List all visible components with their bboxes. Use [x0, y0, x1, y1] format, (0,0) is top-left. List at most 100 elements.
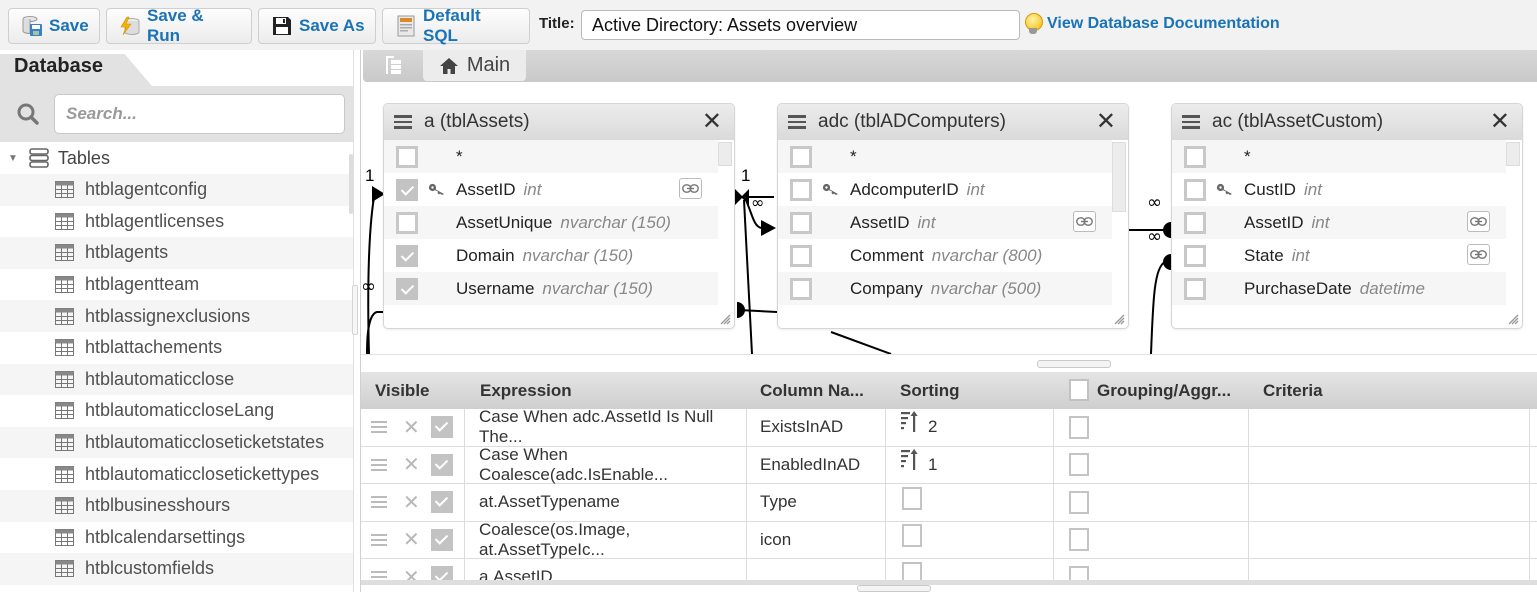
- grouping-checkbox[interactable]: [1069, 565, 1089, 580]
- criteria-cell[interactable]: [1249, 484, 1530, 521]
- menu-icon[interactable]: [1182, 115, 1200, 129]
- field-row[interactable]: *: [778, 140, 1112, 173]
- sort-ascending-icon[interactable]: [900, 448, 920, 471]
- field-row[interactable]: PurchaseDate datetime: [1172, 272, 1506, 305]
- sidebar-table-item[interactable]: htblagentteam: [0, 269, 353, 301]
- header-sorting[interactable]: Sorting: [900, 381, 960, 401]
- relation-link-button[interactable]: [1073, 211, 1096, 232]
- visible-checkbox[interactable]: [430, 416, 453, 439]
- field-checkbox[interactable]: [1184, 211, 1206, 234]
- sidebar-table-item[interactable]: htblautomaticclosetickettypes: [0, 458, 353, 490]
- grid-row[interactable]: ✕ at.AssetTypename Type: [361, 484, 1537, 522]
- grouping-cell[interactable]: [1054, 559, 1249, 580]
- sorting-cell[interactable]: [886, 484, 1054, 521]
- grouping-checkbox[interactable]: [1069, 528, 1089, 552]
- visible-checkbox[interactable]: [430, 528, 453, 551]
- field-list-scrollbar[interactable]: [1112, 142, 1126, 212]
- sidebar-table-item[interactable]: htblautomaticcloseLang: [0, 395, 353, 427]
- criteria-cell[interactable]: [1249, 521, 1530, 558]
- drag-handle-icon[interactable]: [371, 571, 387, 580]
- field-checkbox[interactable]: [396, 277, 418, 300]
- resize-grip-icon[interactable]: [1113, 313, 1125, 325]
- header-criteria[interactable]: Criteria: [1263, 381, 1323, 401]
- relation-link-button[interactable]: [679, 178, 702, 199]
- field-row[interactable]: AssetID int: [1172, 206, 1506, 239]
- grid-row[interactable]: ✕ Case When adc.AssetId Is Null The... Exi…: [361, 407, 1537, 447]
- field-row[interactable]: Domain nvarchar (150): [384, 239, 718, 272]
- drag-handle-icon[interactable]: [371, 421, 387, 434]
- sidebar-table-item[interactable]: htblcalendarsettings: [0, 522, 353, 554]
- grouping-cell[interactable]: [1054, 521, 1249, 558]
- sort-ascending-icon[interactable]: [900, 411, 920, 433]
- save-as-button[interactable]: Save As: [258, 8, 376, 44]
- field-checkbox[interactable]: [396, 178, 418, 201]
- criteria-cell[interactable]: [1249, 559, 1530, 580]
- table-card-header[interactable]: a (tblAssets) ✕: [384, 104, 734, 140]
- drag-handle-icon[interactable]: [371, 496, 387, 509]
- sidebar-table-item[interactable]: htblagentconfig: [0, 174, 353, 206]
- sidebar-scrollbar[interactable]: [349, 154, 353, 214]
- outline-tree-icon[interactable]: [383, 54, 405, 76]
- menu-icon[interactable]: [394, 115, 412, 129]
- table-card-tbladcomputers[interactable]: adc (tblADComputers) ✕ * AdcomputerID int Ass…: [777, 103, 1129, 329]
- bottom-resize-handle[interactable]: [857, 585, 931, 592]
- table-card-header[interactable]: ac (tblAssetCustom) ✕: [1172, 104, 1522, 140]
- field-row[interactable]: AssetID int: [778, 206, 1112, 239]
- tab-main[interactable]: Main: [423, 50, 526, 81]
- delete-row-icon[interactable]: ✕: [403, 565, 420, 580]
- grid-scroll-track[interactable]: [361, 580, 1537, 585]
- expression-cell[interactable]: Case When adc.AssetId Is Null The...: [465, 407, 747, 446]
- drag-handle-icon[interactable]: [371, 458, 387, 471]
- relation-link-button[interactable]: [1467, 244, 1490, 265]
- field-checkbox[interactable]: [396, 145, 418, 168]
- expression-cell[interactable]: a.AssetID: [465, 559, 747, 580]
- sorting-cell[interactable]: [886, 521, 1054, 558]
- close-icon[interactable]: ✕: [1096, 110, 1116, 134]
- drag-handle-icon[interactable]: [371, 533, 387, 546]
- resize-grip-icon[interactable]: [719, 313, 731, 325]
- delete-row-icon[interactable]: ✕: [403, 415, 420, 440]
- field-row[interactable]: *: [1172, 140, 1506, 173]
- column-name-cell[interactable]: icon: [747, 521, 886, 558]
- diagram-canvas[interactable]: 1 ∞ 1 ∞ ∞ ∞ a (tblAssets) ✕ * AssetID int Ass…: [361, 82, 1537, 354]
- field-row[interactable]: AssetUnique nvarchar (150): [384, 206, 718, 239]
- relation-link-button[interactable]: [1467, 211, 1490, 232]
- menu-icon[interactable]: [788, 115, 806, 129]
- sidebar-table-item[interactable]: htblbusinesshours: [0, 489, 353, 522]
- field-row[interactable]: AdcomputerID int: [778, 173, 1112, 206]
- field-row[interactable]: CustID int: [1172, 173, 1506, 206]
- table-card-tblassets[interactable]: a (tblAssets) ✕ * AssetID int AssetUnique nvar…: [383, 103, 735, 329]
- field-list-scrollbar[interactable]: [718, 142, 732, 166]
- expression-cell[interactable]: Case When Coalesce(adc.IsEnable...: [465, 445, 747, 484]
- title-input[interactable]: [581, 10, 1020, 40]
- column-name-cell[interactable]: EnabledInAD: [747, 446, 886, 483]
- sorting-cell[interactable]: [886, 559, 1054, 580]
- delete-row-icon[interactable]: ✕: [403, 527, 420, 552]
- grid-row[interactable]: ✕ a.AssetID: [361, 559, 1537, 580]
- delete-row-icon[interactable]: ✕: [403, 452, 420, 477]
- field-checkbox[interactable]: [1184, 178, 1206, 201]
- sidebar-table-item[interactable]: htblcustomfields: [0, 553, 353, 585]
- sidebar-table-item[interactable]: htblautomaticclose: [0, 363, 353, 396]
- field-checkbox[interactable]: [1184, 277, 1206, 300]
- save-and-run-button[interactable]: Save & Run: [106, 6, 252, 45]
- grouping-cell[interactable]: [1054, 446, 1249, 483]
- sort-checkbox[interactable]: [902, 486, 922, 510]
- field-row[interactable]: AssetID int: [384, 173, 718, 206]
- sort-checkbox[interactable]: [902, 561, 922, 580]
- criteria-cell[interactable]: [1249, 446, 1530, 483]
- field-checkbox[interactable]: [396, 211, 418, 234]
- expression-cell[interactable]: at.AssetTypename: [465, 484, 747, 521]
- field-row[interactable]: Username nvarchar (150): [384, 272, 718, 305]
- sidebar-resize-handle[interactable]: [352, 285, 358, 335]
- resize-grip-icon[interactable]: [1507, 313, 1519, 325]
- header-grouping[interactable]: Grouping/Aggr...: [1097, 381, 1231, 401]
- sidebar-table-item[interactable]: htblagents: [0, 237, 353, 269]
- column-name-cell[interactable]: ExistsInAD: [747, 409, 886, 446]
- caret-down-icon[interactable]: ▼: [8, 153, 18, 164]
- column-name-cell[interactable]: Type: [747, 484, 886, 521]
- table-card-header[interactable]: adc (tblADComputers) ✕: [778, 104, 1128, 140]
- field-row[interactable]: Company nvarchar (500): [778, 272, 1112, 305]
- grid-row[interactable]: ✕ Case When Coalesce(adc.IsEnable... Enabl…: [361, 445, 1537, 484]
- grid-row[interactable]: ✕ Coalesce(os.Image, at.AssetTypeIc... ico…: [361, 520, 1537, 559]
